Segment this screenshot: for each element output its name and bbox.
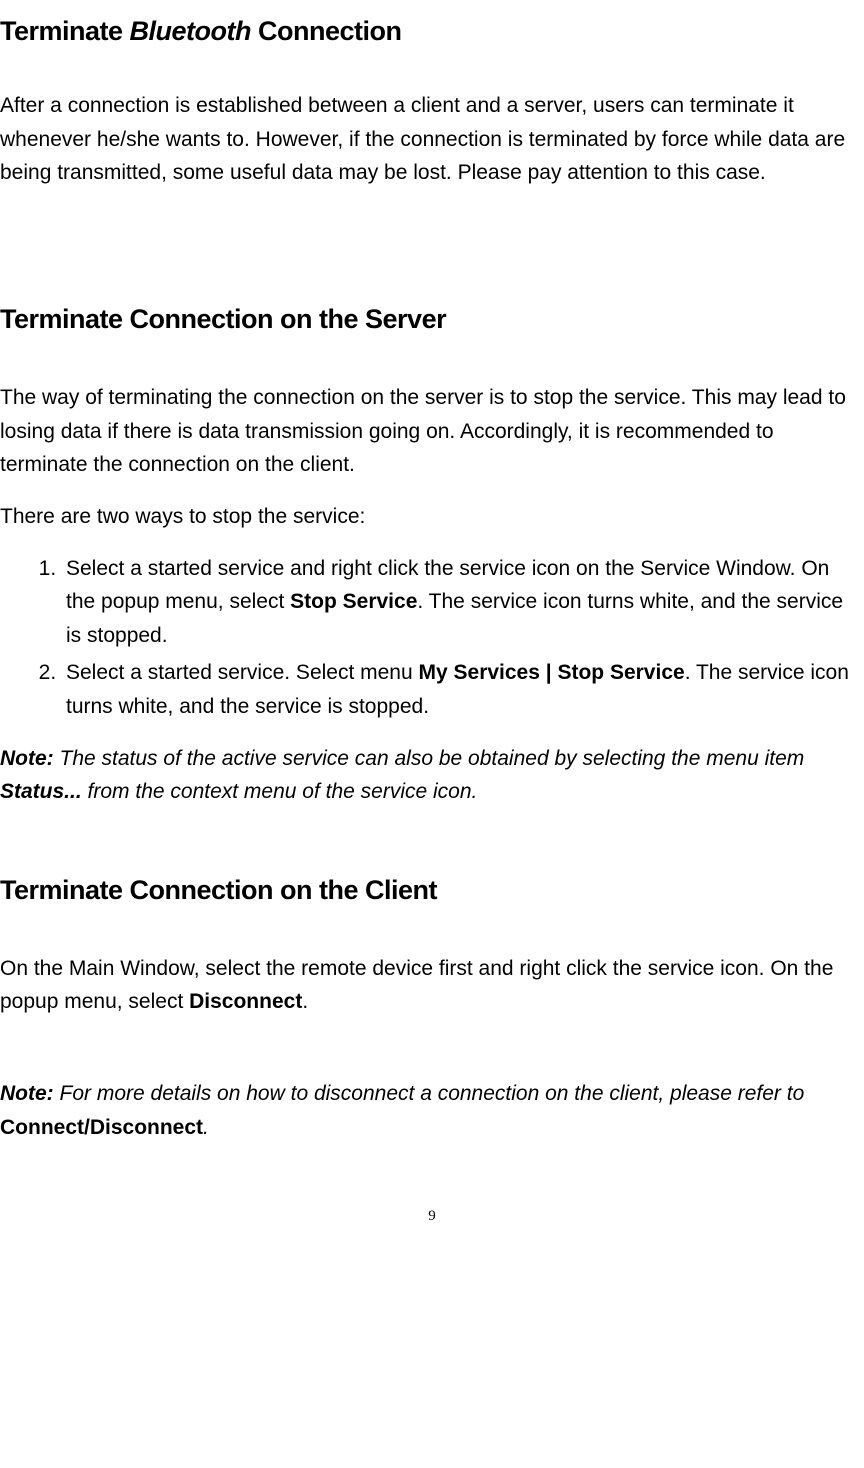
intro-paragraph: After a connection is established betwee… — [0, 89, 864, 190]
note-text: . — [203, 1116, 209, 1139]
step-text: Select a started service. Select menu — [66, 661, 419, 684]
step-bold: My Services | Stop Service — [419, 661, 685, 684]
heading-text-pre: Terminate — [0, 16, 130, 46]
list-item: Select a started service and right click… — [62, 552, 864, 653]
step-bold: Stop Service — [290, 590, 417, 613]
note-label: Note: — [0, 1082, 54, 1105]
note-label: Note: — [0, 747, 54, 770]
spacer — [0, 208, 864, 298]
document-page: Terminate Bluetooth Connection After a c… — [0, 10, 864, 1232]
heading-client: Terminate Connection on the Client — [0, 869, 864, 912]
client-paragraph: On the Main Window, select the remote de… — [0, 952, 864, 1019]
client-text: . — [302, 990, 308, 1013]
client-bold: Disconnect — [189, 990, 302, 1013]
steps-list: Select a started service and right click… — [0, 552, 864, 724]
server-paragraph-2: There are two ways to stop the service: — [0, 500, 864, 534]
list-item: Select a started service. Select menu My… — [62, 656, 864, 723]
note-paragraph: Note: The status of the active service c… — [0, 742, 864, 809]
page-number: 9 — [0, 1204, 864, 1232]
server-paragraph-1: The way of terminating the connection on… — [0, 381, 864, 482]
heading-text-post: Connection — [251, 16, 402, 46]
heading-server: Terminate Connection on the Server — [0, 298, 864, 341]
note-text: For more details on how to disconnect a … — [54, 1082, 805, 1105]
heading-terminate-bluetooth: Terminate Bluetooth Connection — [0, 10, 864, 53]
spacer — [0, 1037, 864, 1077]
heading-text-em: Bluetooth — [130, 16, 251, 46]
client-text: On the Main Window, select the remote de… — [0, 957, 833, 1014]
note-text: from the context menu of the service ico… — [82, 780, 478, 803]
note-paragraph-2: Note: For more details on how to disconn… — [0, 1077, 864, 1144]
note-bold: Status... — [0, 780, 82, 803]
note-text: The status of the active service can als… — [54, 747, 805, 770]
note-bold: Connect/Disconnect — [0, 1116, 203, 1139]
